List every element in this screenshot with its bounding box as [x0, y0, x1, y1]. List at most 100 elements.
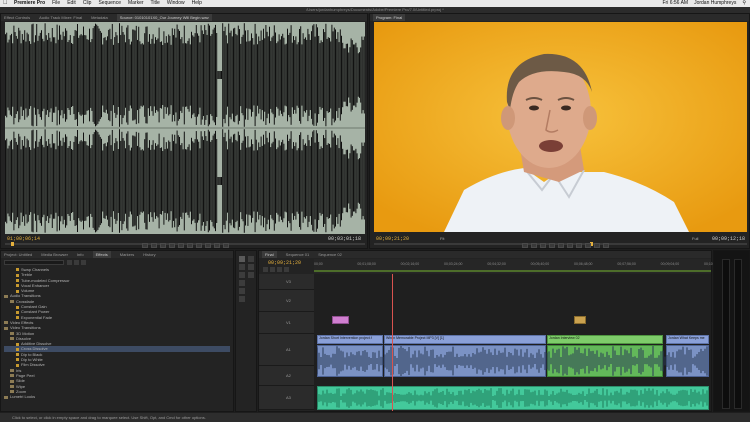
waveform-bar [67, 42, 69, 108]
tab-final[interactable]: Final [262, 251, 277, 258]
track-header-v2[interactable]: V2 [259, 290, 314, 312]
effects-search-input[interactable] [4, 260, 64, 265]
hand-tool-icon[interactable] [239, 296, 245, 302]
ripple-edit-tool-icon[interactable] [239, 264, 245, 270]
tab-info[interactable]: Info [77, 251, 84, 258]
razor-tool-icon[interactable] [248, 272, 254, 278]
program-export-frame-button[interactable] [602, 242, 609, 248]
resolution-dropdown[interactable]: Full [692, 236, 698, 241]
tab-project[interactable]: Project: Untitled [4, 251, 32, 258]
track-header-a3[interactable]: A3 [259, 386, 314, 410]
app-menu[interactable]: Premiere Pro [14, 0, 45, 7]
menu-marker[interactable]: Marker [128, 0, 144, 7]
timeline-playhead[interactable] [392, 274, 393, 411]
mark-out-button[interactable] [150, 242, 157, 248]
extract-button[interactable] [593, 242, 600, 248]
program-step-back-button[interactable] [548, 242, 555, 248]
tab-sequence-01[interactable]: Sequence 01 [286, 251, 310, 258]
tab-markers[interactable]: Markers [120, 251, 134, 258]
work-area-bar[interactable] [314, 270, 711, 272]
tab-history[interactable]: History [143, 251, 155, 258]
lift-button[interactable] [584, 242, 591, 248]
add-marker-icon[interactable] [277, 267, 282, 272]
clock[interactable]: Fri 6:56 AM [663, 0, 689, 7]
waveform-bar [122, 138, 124, 224]
waveform-bar [78, 37, 80, 113]
menu-edit[interactable]: Edit [67, 0, 76, 7]
yuv-effects-icon[interactable] [81, 260, 86, 265]
snap-icon[interactable] [263, 267, 268, 272]
32bit-effects-icon[interactable] [74, 260, 79, 265]
waveform-bar [215, 130, 216, 232]
v2-clip-2[interactable] [574, 316, 586, 324]
mark-in-button[interactable] [141, 242, 148, 248]
program-go-to-out-button[interactable] [575, 242, 582, 248]
tab-sequence-02[interactable]: Sequence 02 [318, 251, 342, 258]
insert-button[interactable] [204, 242, 211, 248]
source-waveform[interactable] [5, 22, 365, 234]
timeline-settings-icon[interactable] [284, 267, 289, 272]
go-to-in-button[interactable] [159, 242, 166, 248]
v2-clip-1[interactable] [332, 316, 349, 324]
waveform-bar [312, 25, 314, 125]
export-frame-button[interactable] [222, 242, 229, 248]
rate-stretch-tool-icon[interactable] [239, 272, 245, 278]
step-back-button[interactable] [168, 242, 175, 248]
waveform-bar [18, 133, 20, 229]
program-go-to-in-button[interactable] [539, 242, 546, 248]
track-header-a1[interactable]: A1 [259, 334, 314, 366]
track-select-tool-icon[interactable] [248, 256, 254, 262]
user-name[interactable]: Jordan Humphreys [694, 0, 736, 7]
menu-sequence[interactable]: Sequence [98, 0, 121, 7]
waveform-bar [159, 41, 161, 109]
tab-effects[interactable]: Effects [92, 251, 111, 258]
track-header-a2[interactable]: A2 [259, 366, 314, 386]
track-header-v3[interactable]: V3 [259, 274, 314, 290]
effects-label: Wipe [16, 383, 26, 389]
effects-label: Page Peel [16, 372, 35, 378]
tab-metadata[interactable]: Metadata [91, 14, 108, 21]
slip-tool-icon[interactable] [239, 280, 245, 286]
rolling-edit-tool-icon[interactable] [248, 264, 254, 270]
overwrite-button[interactable] [213, 242, 220, 248]
tab-program[interactable]: Program: Final [373, 14, 406, 21]
program-video-frame[interactable] [374, 22, 747, 232]
track-area[interactable]: Jordan Short Intervention project.f When… [314, 274, 711, 411]
tab-media-browser[interactable]: Media Browser [41, 251, 68, 258]
v1-clip-3[interactable]: Jordan Interview 02 [547, 335, 663, 344]
time-ruler[interactable]: 00;00 00;01;08;00 00;02;16;00 00;03;24;00 00… [314, 259, 713, 273]
v1-clip-1[interactable]: Jordan Short Intervention project.f [317, 335, 383, 344]
spotlight-icon[interactable]: ⚲ [742, 0, 746, 7]
menu-title[interactable]: Title [151, 0, 160, 7]
waveform-bar [332, 31, 334, 119]
menu-help[interactable]: Help [192, 0, 202, 7]
tab-audio-mixer[interactable]: Audio Track Mixer: Final [39, 14, 82, 21]
menu-clip[interactable]: Clip [83, 0, 92, 7]
effects-folder[interactable]: Lumetri Looks [4, 394, 230, 399]
program-step-forward-button[interactable] [566, 242, 573, 248]
waveform-bar [270, 41, 272, 109]
step-forward-button[interactable] [186, 242, 193, 248]
tab-effect-controls[interactable]: Effect Controls [4, 14, 30, 21]
program-play-button[interactable] [557, 242, 564, 248]
apple-icon[interactable]:  [3, 0, 8, 7]
menu-file[interactable]: File [52, 0, 60, 7]
program-mark-out-button[interactable] [530, 242, 537, 248]
play-button[interactable] [177, 242, 184, 248]
timeline-timecode[interactable]: 00;09;21;20 [268, 260, 301, 266]
accelerated-effects-icon[interactable] [67, 260, 72, 265]
tab-source[interactable]: Source: 01010101X0_Our Journey Will Begi… [116, 14, 212, 21]
program-timecode[interactable]: 00;09;21;20 [376, 236, 409, 242]
selection-tool-icon[interactable] [239, 256, 245, 262]
track-header-v1[interactable]: V1 [259, 312, 314, 334]
waveform-bar [59, 131, 60, 231]
linked-selection-icon[interactable] [270, 267, 275, 272]
go-to-out-button[interactable] [195, 242, 202, 248]
menu-window[interactable]: Window [167, 0, 185, 7]
v1-clip-2[interactable]: When Memorable Project MP3 [V] [1] [384, 335, 546, 344]
fit-dropdown[interactable]: Fit [440, 236, 444, 241]
pen-tool-icon[interactable] [239, 288, 245, 294]
source-playhead[interactable] [11, 242, 14, 246]
program-mark-in-button[interactable] [521, 242, 528, 248]
v1-clip-4[interactable]: Jordan What Keeps me [666, 335, 709, 344]
